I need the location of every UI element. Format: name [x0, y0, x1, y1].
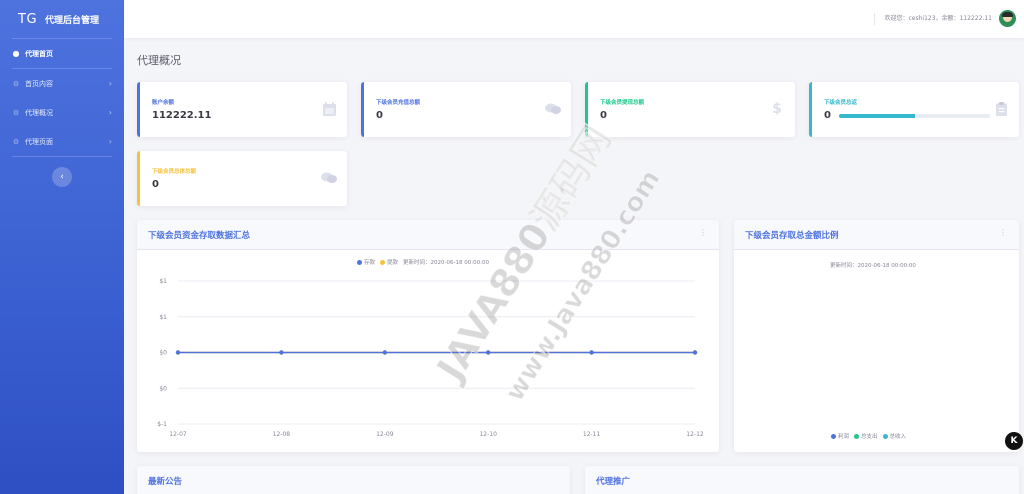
y-tick-label: $1: [159, 314, 167, 321]
sidebar-item-label: 代理页面: [25, 137, 53, 146]
stat-label: 下级会员提现总额: [600, 100, 645, 106]
calendar-icon: [321, 101, 337, 117]
y-tick-label: $1: [159, 278, 167, 285]
chevron-right-icon: ›: [108, 137, 112, 146]
rebate-progress-bar: [839, 114, 990, 118]
brand[interactable]: TG 代理后台管理: [0, 0, 124, 38]
data-point[interactable]: [486, 350, 491, 355]
gear-icon: ⚙: [12, 79, 20, 88]
panel-header: 最新公告: [137, 466, 570, 494]
sidebar-item-pages[interactable]: ⚙ 代理页面 ›: [0, 127, 124, 156]
comments-icon: [545, 101, 561, 117]
legend-label: 总收入: [889, 434, 907, 440]
stat-card-total: 下级会员总体总额 0: [137, 151, 347, 206]
stat-value: 112222.11: [152, 110, 212, 121]
panel-header: 下级会员资金存取数据汇总 ⋮: [137, 220, 719, 250]
panel-header: 下级会员存取总金额比例 ⋮: [734, 220, 1019, 250]
legend-item-profit[interactable]: 利润: [831, 432, 849, 440]
sidebar-item-label: 代理首页: [25, 49, 53, 58]
sidebar-item-overview[interactable]: ⚙ 代理概况 ›: [0, 98, 124, 127]
sidebar-item-home[interactable]: ● 代理首页: [0, 39, 124, 68]
x-tick-label: 12-11: [583, 431, 601, 438]
update-time-text: 更新时间：2020-06-18 00:00:00: [830, 263, 916, 269]
more-options-icon[interactable]: ⋮: [999, 228, 1007, 237]
x-tick-label: 12-08: [273, 431, 291, 438]
progress-fill: [839, 114, 915, 118]
legend-item-income[interactable]: 总收入: [882, 432, 907, 440]
data-point[interactable]: [692, 350, 698, 355]
clipboard-icon: [993, 101, 1009, 117]
trend-chart-panel: 下级会员资金存取数据汇总 ⋮ 存款 提款 更新时间：2020-06-18 00:…: [137, 220, 719, 452]
stat-value: 0: [824, 110, 831, 121]
x-tick-label: 12-10: [479, 431, 497, 438]
data-point[interactable]: [589, 350, 594, 355]
avatar[interactable]: [999, 10, 1016, 27]
notice-panel: 最新公告: [137, 466, 570, 494]
chevron-right-icon: ›: [108, 108, 112, 117]
panel-title: 最新公告: [148, 477, 183, 487]
panel-title: 下级会员资金存取数据汇总: [148, 231, 251, 241]
chevron-left-icon: ‹: [60, 172, 64, 182]
page-title: 代理概况: [137, 54, 181, 67]
gear-icon: ⚙: [12, 137, 20, 146]
y-tick-label: $0: [159, 350, 167, 357]
brand-name: 代理后台管理: [45, 15, 100, 26]
data-point[interactable]: [382, 350, 387, 355]
trend-line-chart: $1 $1 $0 $0 $-112-07 12-08 12-09 12-10 12-11 12-1…: [157, 278, 704, 438]
stat-label: 下级会员充值总额: [376, 100, 421, 106]
stat-card-rebate: 下级会员总返 0: [809, 82, 1019, 137]
dashboard-icon: ●: [12, 49, 20, 58]
welcome-text: 欢迎您：ceshi123，余额：112222.11: [873, 13, 992, 25]
topbar: 欢迎您：ceshi123，余额：112222.11: [124, 0, 1024, 38]
sidebar-item-label: 代理概况: [25, 108, 53, 117]
data-point[interactable]: [175, 350, 181, 355]
y-tick-label: $0: [159, 385, 167, 392]
panel-title: 代理推广: [596, 477, 631, 487]
promo-panel: 代理推广: [585, 466, 1019, 494]
avatar-hair: [1002, 12, 1013, 17]
stat-value: 0: [152, 179, 159, 190]
stat-label: 账户余额: [152, 100, 175, 106]
sidebar-item-label: 首页内容: [25, 79, 53, 88]
chevron-right-icon: ›: [108, 79, 112, 88]
x-tick-label: 12-07: [169, 431, 187, 438]
gear-icon: ⚙: [12, 108, 20, 117]
stat-label: 下级会员总体总额: [152, 169, 197, 175]
sidebar-toggle-button[interactable]: ‹: [52, 167, 72, 187]
legend-label: 利润: [838, 434, 850, 440]
stat-value: 0: [376, 110, 383, 121]
x-tick-label: 12-09: [376, 431, 394, 438]
more-options-icon[interactable]: ⋮: [699, 228, 707, 237]
stat-value: 0: [600, 110, 607, 121]
data-point[interactable]: [279, 350, 284, 355]
y-tick-label: $-1: [157, 421, 167, 428]
dollar-icon: $: [772, 101, 782, 117]
legend-item-expense[interactable]: 总支出: [854, 432, 878, 440]
stat-card-balance: 账户余额 112222.11: [137, 82, 347, 137]
legend-label: 总支出: [861, 434, 878, 440]
sidebar-item-home-content[interactable]: ⚙ 首页内容 ›: [0, 69, 124, 98]
ratio-legend: 利润 总支出 总收入: [831, 432, 911, 440]
update-time: 更新时间：2020-06-18 00:00:00: [830, 261, 916, 269]
sidebar-divider: [12, 156, 112, 157]
panel-title: 下级会员存取总金额比例: [745, 231, 839, 241]
panel-header: 代理推广: [585, 466, 1019, 494]
brand-prefix: TG: [18, 11, 38, 27]
stat-card-recharge: 下级会员充值总额 0: [361, 82, 571, 137]
help-button[interactable]: K: [1005, 432, 1023, 450]
ratio-chart-panel: 下级会员存取总金额比例 ⋮ 更新时间：2020-06-18 00:00:00 利…: [734, 220, 1019, 452]
comments-icon: [321, 170, 337, 186]
x-tick-label: 12-12: [686, 431, 704, 438]
sidebar: TG 代理后台管理 ● 代理首页 ⚙ 首页内容 › ⚙ 代理概况 › ⚙ 代理页…: [0, 0, 124, 494]
stat-label: 下级会员总返: [824, 100, 858, 106]
stat-card-withdraw: 下级会员提现总额 0 $: [585, 82, 795, 137]
